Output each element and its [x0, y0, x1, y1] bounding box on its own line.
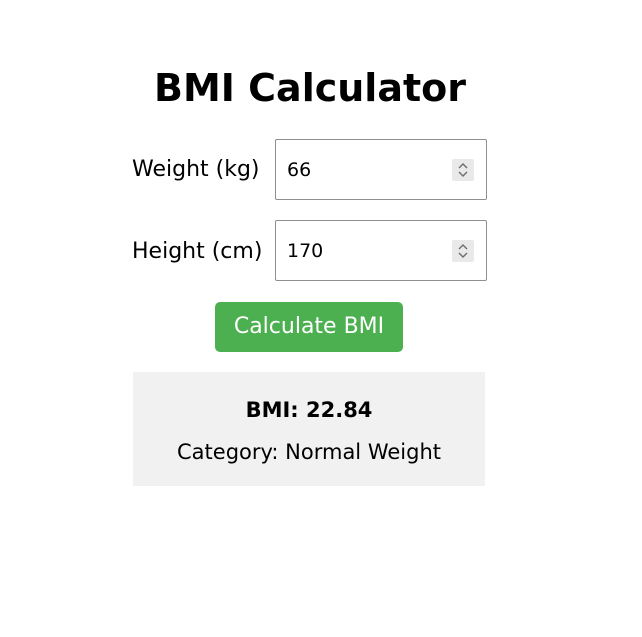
- height-input[interactable]: 170: [275, 220, 487, 281]
- weight-input[interactable]: 66: [275, 139, 487, 200]
- page-title: BMI Calculator: [154, 66, 466, 110]
- height-label: Height (cm): [132, 239, 263, 264]
- bmi-result: BMI: 22.84: [245, 398, 373, 422]
- weight-value: 66: [287, 159, 312, 181]
- calculate-bmi-button[interactable]: Calculate BMI: [215, 302, 403, 352]
- weight-label: Weight (kg): [132, 157, 260, 182]
- height-spinner-icon[interactable]: [452, 240, 474, 262]
- weight-spinner-icon[interactable]: [452, 159, 474, 181]
- result-panel: BMI: 22.84 Category: Normal Weight: [133, 372, 485, 486]
- bmi-category: Category: Normal Weight: [177, 440, 441, 464]
- height-value: 170: [287, 240, 324, 262]
